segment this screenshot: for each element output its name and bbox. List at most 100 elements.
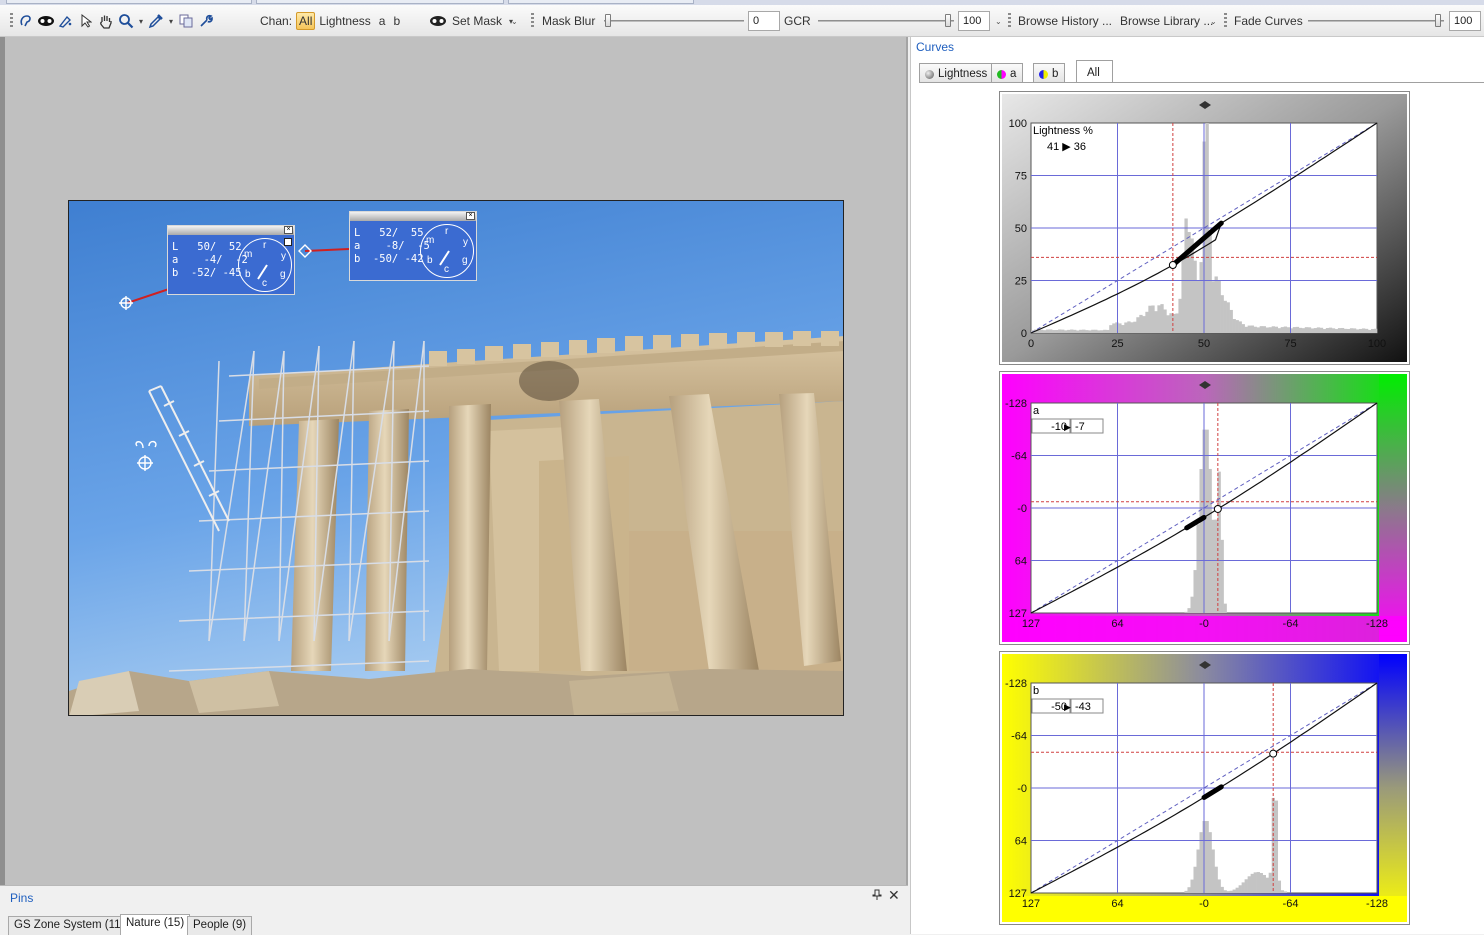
- readout-output[interactable]: -7: [1075, 421, 1085, 433]
- y-tick-label: -0: [1017, 783, 1027, 795]
- set-mask-button[interactable]: Set Mask: [448, 14, 506, 28]
- readout-output[interactable]: -43: [1075, 701, 1091, 713]
- pin-icon[interactable]: [872, 889, 882, 904]
- gcr-slider[interactable]: [945, 14, 951, 27]
- curves-tab-lightness[interactable]: Lightness: [919, 63, 995, 82]
- a-channel-icon: [997, 69, 1006, 79]
- readout-value: 41 ▶ 36: [1047, 141, 1086, 153]
- document-tab[interactable]: [6, 0, 252, 4]
- y-tick-label: 64: [1015, 836, 1027, 848]
- y-tick-label: -0: [1017, 503, 1027, 515]
- toolbar-overflow-icon[interactable]: ⌄: [511, 17, 519, 29]
- eyedropper-dropdown-icon[interactable]: ▾: [166, 11, 176, 31]
- x-tick-label: -0: [1199, 618, 1209, 630]
- b-channel-icon: [1039, 69, 1048, 79]
- fade-curves-slider[interactable]: [1435, 14, 1441, 27]
- y-tick-label: 100: [1009, 118, 1027, 130]
- x-tick-label: -64: [1283, 618, 1299, 630]
- y-tick-label: -128: [1005, 398, 1027, 410]
- arrow-icon[interactable]: [76, 11, 96, 31]
- mask-blur-slider[interactable]: [605, 14, 611, 27]
- readout-title: a: [1033, 405, 1040, 417]
- set-mask-icon[interactable]: [428, 11, 448, 31]
- gcr-track[interactable]: [818, 20, 954, 22]
- pins-tab-nature[interactable]: Nature (15): [120, 914, 191, 935]
- main-toolbar: ▾ ▾ Chan: All Lightness a b Set Mask ▾ ⌄…: [0, 5, 1484, 37]
- toolbar-grip[interactable]: [10, 13, 13, 29]
- eyedropper-icon[interactable]: [146, 11, 166, 31]
- y-tick-label: 50: [1015, 223, 1027, 235]
- document-image[interactable]: × L 50/ 52 a -4/ -2 b -52/ -45 m r y b c…: [68, 200, 844, 716]
- toolbar-grip[interactable]: [1224, 13, 1227, 29]
- zoom-icon[interactable]: [116, 11, 136, 31]
- x-tick-label: -64: [1283, 898, 1299, 910]
- b-gradient-side: [1379, 654, 1407, 922]
- toolbar-overflow-icon[interactable]: ⌄: [995, 17, 1003, 29]
- probe-l-value: L 52/ 55: [354, 227, 424, 239]
- channel-all-button[interactable]: All: [296, 12, 316, 30]
- y-tick-label: -64: [1011, 451, 1027, 463]
- close-icon[interactable]: ×: [284, 226, 293, 234]
- curves-tab-b[interactable]: b: [1033, 63, 1066, 82]
- mask-blur-track[interactable]: [604, 20, 744, 22]
- toolbar-grip[interactable]: [1008, 13, 1011, 29]
- fade-curves-value[interactable]: 100: [1449, 11, 1481, 31]
- document-tab[interactable]: [256, 0, 504, 4]
- x-tick-label: -0: [1199, 898, 1209, 910]
- curve-control-point[interactable]: [1168, 261, 1177, 270]
- b-curve-graph[interactable]: b-50▶ -43-128-64-064127127 64 -0 -64 -128: [999, 651, 1410, 925]
- readout-arrow-icon: ▶: [1064, 422, 1071, 432]
- x-tick-label: 50: [1198, 338, 1210, 350]
- zoom-dropdown-icon[interactable]: ▾: [136, 11, 146, 31]
- probe-b-value: b -50/ -42: [354, 253, 424, 265]
- toolbar-grip[interactable]: [531, 13, 534, 29]
- probe-a-value: a -4/ -2: [172, 254, 248, 266]
- curve-control-point[interactable]: [1269, 749, 1278, 758]
- channel-b-button[interactable]: b: [389, 14, 404, 28]
- gcr-value[interactable]: 100: [958, 11, 990, 31]
- y-tick-label: 64: [1015, 556, 1027, 568]
- pins-panel: Pins ✕ GS Zone System (11) Nature (15) P…: [0, 885, 908, 935]
- y-tick-label: 25: [1015, 276, 1027, 288]
- workspace-edge: [0, 37, 5, 885]
- channel-label: Chan:: [260, 14, 293, 28]
- channel-a-button[interactable]: a: [375, 14, 390, 28]
- mask-blur-value[interactable]: 0: [748, 11, 780, 31]
- x-tick-label: 75: [1284, 338, 1296, 350]
- color-probe-readout[interactable]: × L 50/ 52 a -4/ -2 b -52/ -45 m r y b c…: [167, 225, 295, 295]
- mask-icon[interactable]: [36, 11, 56, 31]
- pins-tab-people[interactable]: People (9): [187, 916, 253, 935]
- close-icon[interactable]: ×: [466, 212, 475, 220]
- curves-tab-all[interactable]: All: [1076, 60, 1113, 83]
- curves-tab-a[interactable]: a: [991, 63, 1024, 82]
- pen-icon[interactable]: [56, 11, 76, 31]
- x-tick-label: 100: [1368, 338, 1386, 350]
- x-tick-label: 64: [1111, 898, 1123, 910]
- mask-blur-label: Mask Blur: [542, 14, 596, 28]
- image-workspace[interactable]: × L 50/ 52 a -4/ -2 b -52/ -45 m r y b c…: [0, 37, 908, 885]
- toolbar-overflow-icon[interactable]: ⌄: [1210, 17, 1218, 29]
- pins-tab-gs-zone[interactable]: GS Zone System (11): [8, 916, 131, 935]
- a-curve-graph[interactable]: a-10▶ -7-128-64-064127127 64 -0 -64 -128: [999, 371, 1410, 645]
- y-tick-label: -128: [1005, 678, 1027, 690]
- x-tick-label: 25: [1111, 338, 1123, 350]
- close-icon[interactable]: ✕: [888, 887, 900, 904]
- wrench-icon[interactable]: [196, 11, 216, 31]
- x-tick-label: 64: [1111, 618, 1123, 630]
- probe-menu-icon[interactable]: [284, 238, 292, 246]
- lasso-icon[interactable]: [16, 11, 36, 31]
- document-tab[interactable]: [508, 0, 694, 4]
- lightness-curve-graph[interactable]: Lightness % 41 ▶ 36 100 75 50 25 00 25 50 75 100: [999, 91, 1410, 365]
- color-wheel-dial: m r y b c g: [238, 238, 292, 292]
- color-probe-readout[interactable]: × L 52/ 55 a -8/ -5 b -50/ -42 m r y b c…: [349, 211, 477, 281]
- fade-curves-track[interactable]: [1308, 20, 1444, 22]
- curve-control-point[interactable]: [1213, 504, 1222, 513]
- x-tick-label: 0: [1028, 338, 1034, 350]
- hand-icon[interactable]: [96, 11, 116, 31]
- channel-lightness-button[interactable]: Lightness: [315, 14, 374, 28]
- copy-icon[interactable]: [176, 11, 196, 31]
- browse-history-button[interactable]: Browse History ...: [1014, 14, 1116, 28]
- readout-title: Lightness %: [1033, 125, 1093, 137]
- browse-library-button[interactable]: Browse Library ...: [1116, 14, 1217, 28]
- a-gradient-side: [1379, 374, 1407, 642]
